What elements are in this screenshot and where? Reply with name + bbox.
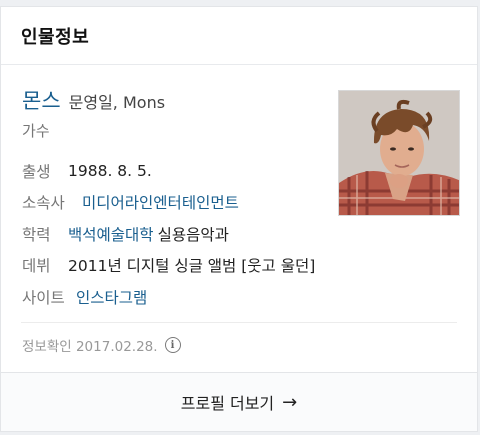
info-value: 1988. 8. 5. xyxy=(68,161,152,180)
info-icon[interactable]: i xyxy=(164,337,181,353)
name-row: 몬스 문영일, Mons xyxy=(22,85,165,115)
more-profile-label: 프로필 더보기 xyxy=(180,394,275,413)
info-value: 실용음악과 xyxy=(157,225,229,244)
info-label: 출생 xyxy=(22,162,51,181)
info-label: 사이트 xyxy=(22,288,65,307)
info-label: 데뷔 xyxy=(22,257,51,276)
info-label: 소속사 xyxy=(22,194,65,213)
info-row-agency: 소속사 미디어라인엔터테인먼트 xyxy=(22,187,315,219)
info-value: 2011년 디지털 싱글 앨범 [웃고 울던] xyxy=(68,257,316,276)
person-photo[interactable] xyxy=(338,90,460,216)
person-occupation: 가수 xyxy=(22,122,50,140)
arrow-right-icon: → xyxy=(282,391,298,413)
person-name-link[interactable]: 몬스 xyxy=(22,85,61,115)
card-title: 인물정보 xyxy=(21,26,90,48)
info-row-site: 사이트 인스타그램 xyxy=(22,281,315,313)
verified-date: 정보확인 2017.02.28. i xyxy=(22,335,181,355)
info-list: 출생 1988. 8. 5. 소속사 미디어라인엔터테인먼트 학력 백석예술대학… xyxy=(22,155,315,313)
divider xyxy=(21,322,457,323)
instagram-link[interactable]: 인스타그램 xyxy=(76,286,147,308)
info-row-education: 학력 백석예술대학 실용음악과 xyxy=(22,218,315,250)
info-label: 학력 xyxy=(22,225,51,244)
info-row-birth: 출생 1988. 8. 5. xyxy=(22,155,315,187)
more-profile-button[interactable]: 프로필 더보기 → xyxy=(1,372,477,431)
person-alias: 문영일, Mons xyxy=(68,93,166,112)
agency-link[interactable]: 미디어라인엔터테인먼트 xyxy=(82,191,239,213)
info-row-debut: 데뷔 2011년 디지털 싱글 앨범 [웃고 울던] xyxy=(22,250,315,282)
person-photo-image xyxy=(339,91,459,215)
person-info-card: 인물정보 몬스 문영일, Mons 가수 출생 1988. 8. 5. 소속사 … xyxy=(0,6,478,432)
verified-text: 정보확인 2017.02.28. xyxy=(22,339,158,355)
card-header: 인물정보 xyxy=(1,7,477,65)
school-link[interactable]: 백석예술대학 xyxy=(68,223,154,245)
